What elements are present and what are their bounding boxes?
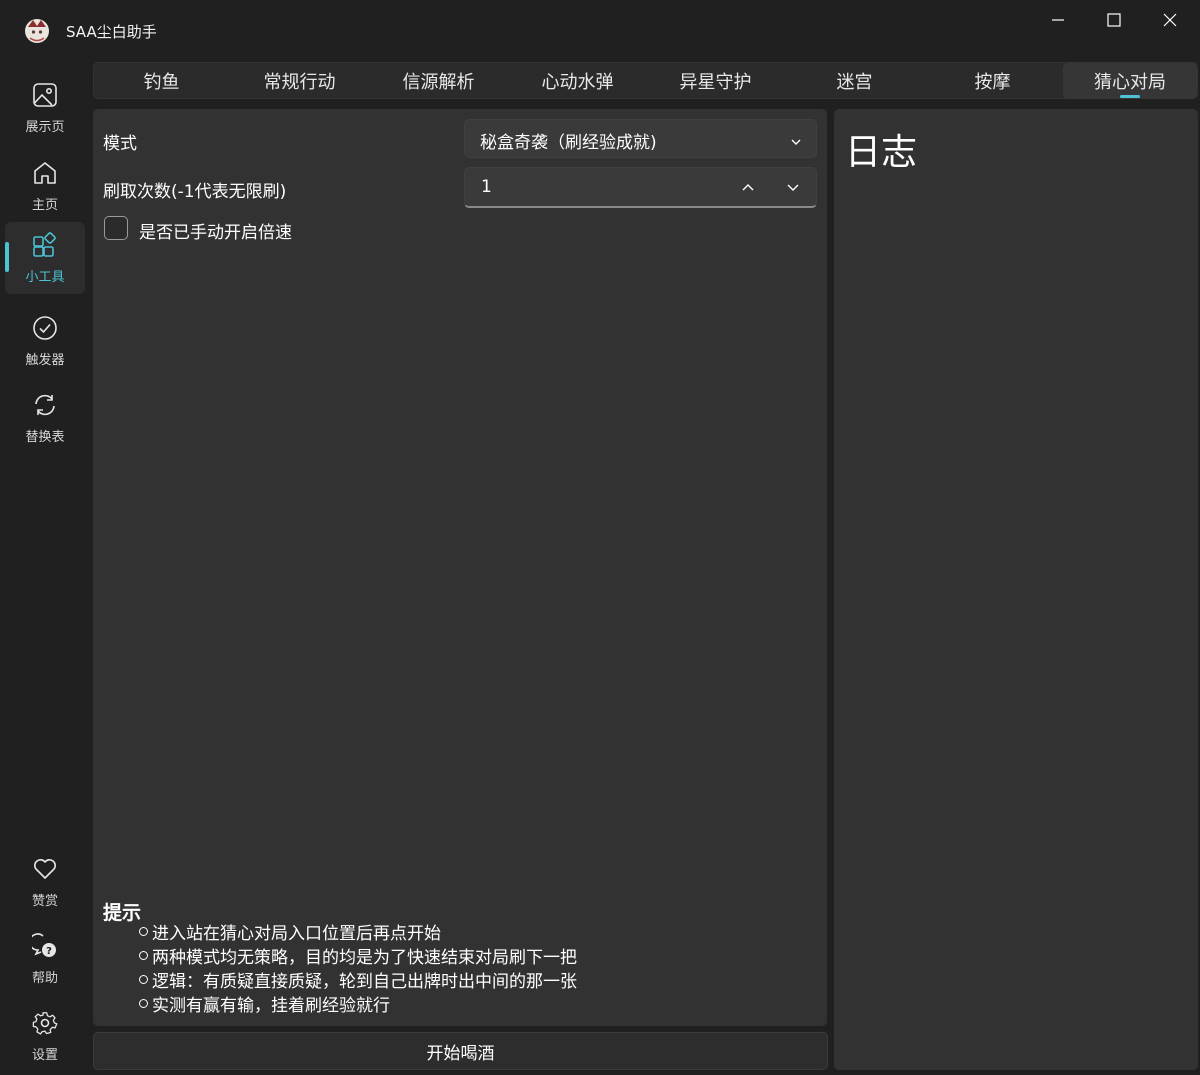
close-button[interactable] (1148, 6, 1192, 34)
sidebar-item-label: 展示页 (25, 120, 65, 135)
log-panel: 日志 (834, 109, 1198, 1070)
bullet-icon (139, 951, 148, 960)
speedup-checkbox-label: 是否已手动开启倍速 (139, 223, 292, 243)
tab-label: 钓鱼 (143, 72, 180, 93)
tab-guess-heart[interactable]: 猜心对局 (1063, 63, 1197, 99)
chevron-down-icon (786, 179, 800, 198)
sync-icon (32, 392, 58, 418)
heart-icon (32, 856, 58, 882)
gear-icon (32, 1010, 58, 1036)
tip-item: 实测有赢有输，挂着刷经验就行 (139, 994, 577, 1018)
tip-text: 两种模式均无策略，目的均是为了快速结束对局刷下一把 (152, 948, 577, 968)
app-logo-icon (24, 18, 50, 44)
speedup-checkbox[interactable] (104, 216, 128, 240)
bullet-icon (139, 975, 148, 984)
mode-label: 模式 (103, 134, 137, 154)
tip-item: 进入站在猜心对局入口位置后再点开始 (139, 922, 577, 946)
tab-routine-action[interactable]: 常规行动 (231, 63, 368, 99)
sidebar-item-label: 设置 (31, 1048, 58, 1063)
image-icon (32, 82, 58, 108)
tips-title: 提示 (103, 902, 142, 924)
tip-item: 两种模式均无策略，目的均是为了快速结束对局刷下一把 (139, 946, 577, 970)
help-chat-icon: ? (28, 933, 58, 959)
tab-label: 常规行动 (263, 72, 336, 93)
tab-water-bomb[interactable]: 心动水弹 (509, 63, 646, 99)
sidebar-item-settings[interactable]: 设置 (5, 1000, 85, 1072)
maximize-button[interactable] (1092, 6, 1136, 34)
app-title: SAA尘白助手 (66, 23, 157, 41)
settings-panel: 模式 秘盒奇袭（刷经验成就) 刷取次数(-1代表无限刷) 1 是否已手动开启倍速… (93, 109, 827, 1026)
minimize-button[interactable] (1036, 6, 1080, 34)
tab-label: 异星守护 (679, 72, 752, 93)
chevron-up-icon (741, 179, 755, 198)
sidebar-item-label: 替换表 (25, 430, 65, 445)
sidebar-item-donate[interactable]: 赞赏 (5, 846, 85, 918)
tab-maze[interactable]: 迷宫 (786, 63, 923, 99)
start-button[interactable]: 开始喝酒 (93, 1032, 828, 1070)
sidebar-item-tools[interactable]: 小工具 (5, 222, 85, 294)
sidebar-item-showcase[interactable]: 展示页 (5, 72, 85, 144)
tab-label: 按摩 (974, 72, 1011, 93)
tip-text: 进入站在猜心对局入口位置后再点开始 (152, 924, 441, 944)
tab-bar: 钓鱼 常规行动 信源解析 心动水弹 异星守护 迷宫 按摩 猜心对局 (93, 62, 1198, 99)
apps-icon (32, 232, 58, 258)
tab-label: 心动水弹 (541, 72, 614, 93)
tab-label: 迷宫 (836, 72, 873, 93)
title-bar: SAA尘白助手 (0, 0, 1200, 60)
bullet-icon (139, 927, 148, 936)
mode-dropdown-value: 秘盒奇袭（刷经验成就) (480, 133, 657, 153)
minimize-icon (1051, 13, 1065, 27)
count-value: 1 (481, 177, 492, 197)
tab-massage[interactable]: 按摩 (924, 63, 1061, 99)
maximize-icon (1107, 13, 1121, 27)
log-title: 日志 (845, 132, 918, 173)
mode-dropdown[interactable]: 秘盒奇袭（刷经验成就) (464, 119, 817, 158)
tab-source-analysis[interactable]: 信源解析 (370, 63, 507, 99)
tip-text: 逻辑：有质疑直接质疑，轮到自己出牌时出中间的那一张 (152, 972, 577, 992)
sidebar-item-label: 帮助 (31, 971, 58, 986)
home-icon (32, 160, 58, 186)
sidebar-item-label: 触发器 (25, 353, 65, 368)
checkmark-circle-icon (32, 315, 58, 341)
svg-text:?: ? (46, 946, 52, 957)
bullet-icon (139, 999, 148, 1008)
chevron-down-icon (790, 133, 802, 152)
sidebar-item-home[interactable]: 主页 (5, 150, 85, 222)
tab-active-indicator (1120, 95, 1140, 98)
increment-button[interactable] (733, 176, 763, 200)
sidebar-item-label: 赞赏 (31, 894, 58, 909)
count-spinbox[interactable]: 1 (464, 167, 817, 208)
sidebar-item-label: 小工具 (25, 270, 65, 285)
tips-list: 进入站在猜心对局入口位置后再点开始 两种模式均无策略，目的均是为了快速结束对局刷… (139, 922, 577, 1018)
tip-item: 逻辑：有质疑直接质疑，轮到自己出牌时出中间的那一张 (139, 970, 577, 994)
sidebar-item-replace-table[interactable]: 替换表 (5, 382, 85, 454)
tab-fishing[interactable]: 钓鱼 (94, 63, 229, 99)
tab-label: 猜心对局 (1094, 72, 1166, 93)
sidebar-item-label: 主页 (31, 198, 58, 213)
sidebar-item-help[interactable]: ? 帮助 (5, 923, 85, 995)
start-button-label: 开始喝酒 (426, 1043, 495, 1064)
sidebar-item-triggers[interactable]: 触发器 (5, 305, 85, 377)
decrement-button[interactable] (778, 176, 808, 200)
tab-alien-guard[interactable]: 异星守护 (647, 63, 784, 99)
tab-label: 信源解析 (402, 72, 475, 93)
tip-text: 实测有赢有输，挂着刷经验就行 (152, 996, 390, 1016)
count-label: 刷取次数(-1代表无限刷) (103, 182, 287, 202)
close-icon (1163, 13, 1177, 27)
